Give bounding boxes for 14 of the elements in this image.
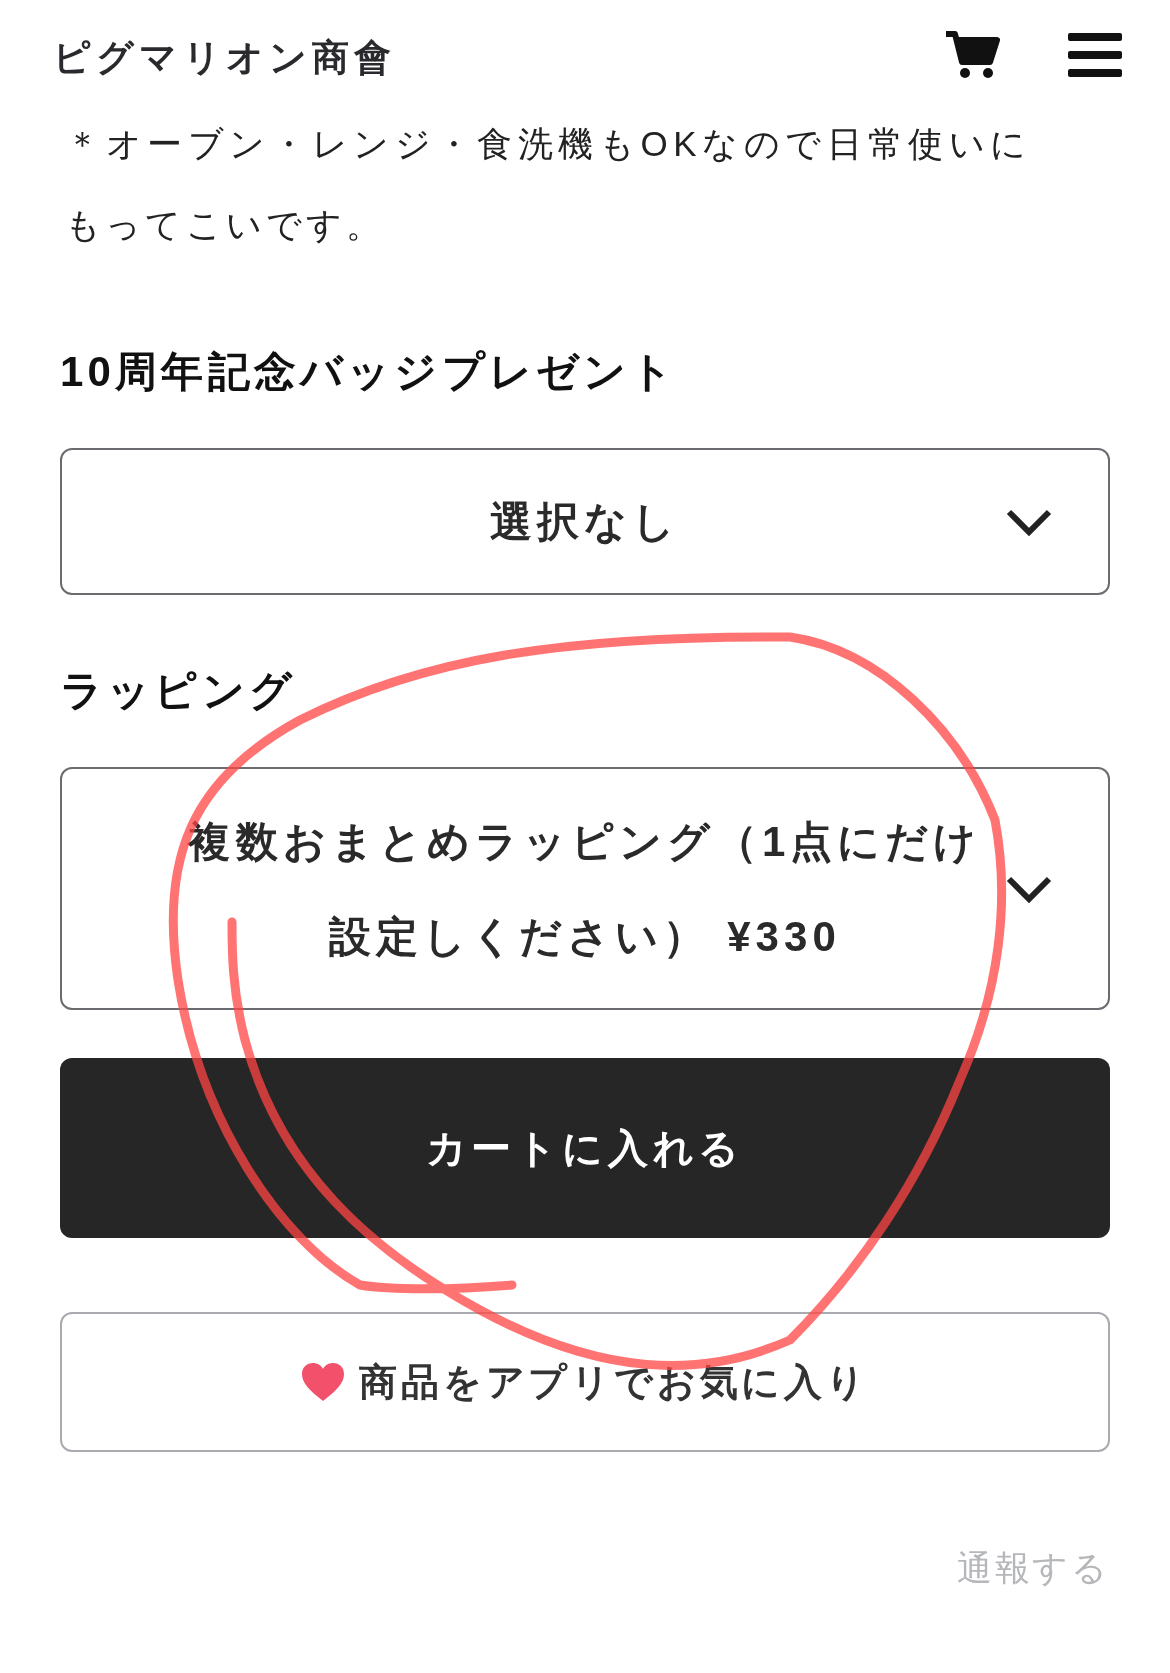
select-field[interactable]: 複数おまとめラッピング（1点にだけ設定しください） ¥330 — [60, 767, 1110, 1010]
chevron-down-icon — [1005, 507, 1053, 536]
menu-icon[interactable] — [1068, 33, 1122, 77]
description-text: もってこいです。 — [64, 204, 386, 246]
chevron-down-icon — [1005, 874, 1053, 903]
heart-icon — [301, 1362, 346, 1402]
option-label: ラッピング — [60, 666, 296, 716]
select-field[interactable]: 選択なし — [60, 448, 1110, 595]
description-text: ＊オーブン・レンジ・食洗機もOKなので日常使いに — [65, 123, 1032, 165]
option-label: 10周年記念バッジプレゼント — [60, 347, 678, 397]
cart-icon[interactable] — [944, 30, 1000, 80]
add-to-cart-button[interactable]: カートに入れる — [60, 1058, 1110, 1238]
shop-title[interactable]: ピグマリオン商會 — [53, 30, 397, 86]
favorite-button[interactable]: 商品をアプリでお気に入り — [60, 1312, 1110, 1452]
